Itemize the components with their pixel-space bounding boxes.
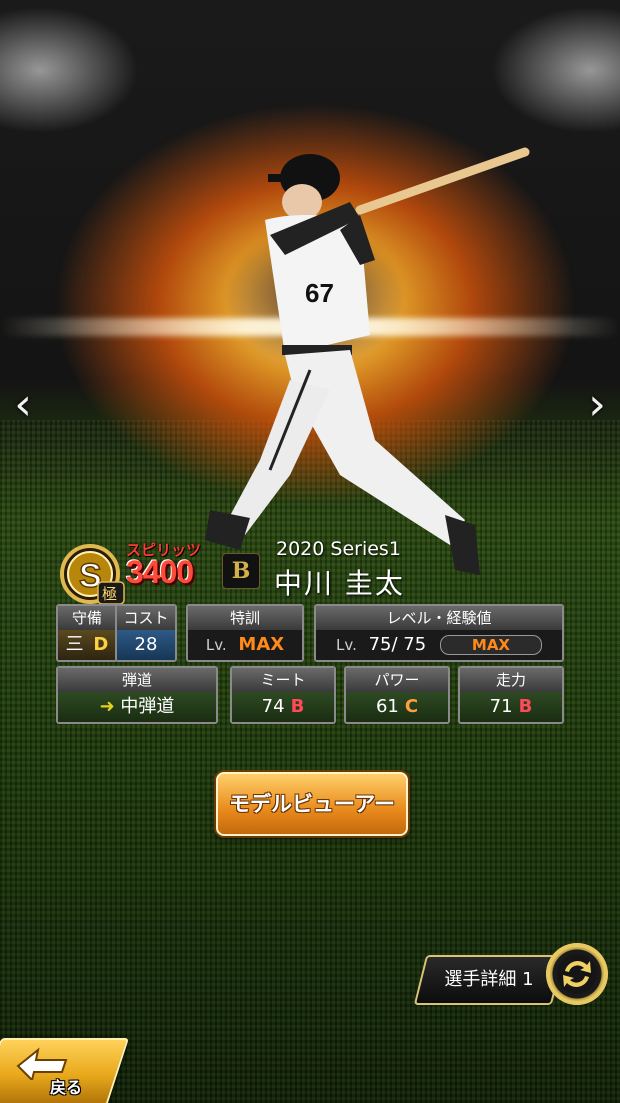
team-logo-icon: B [222, 553, 260, 589]
exp-bar: MAX [439, 635, 542, 655]
power-value: 61 [375, 696, 399, 717]
player-detail-button[interactable]: 選手詳細 1 [413, 955, 565, 1005]
trajectory-box: 弾道 ➜ 中弾道 [56, 666, 218, 724]
training-box: 特訓 Lv. MAX [186, 604, 304, 662]
defense-position: 三 [65, 634, 84, 655]
trajectory-label: 弾道 [58, 668, 216, 692]
power-box: パワー 61 C [344, 666, 450, 724]
card-series: 2020 Series1 [276, 538, 401, 560]
level-value: 75/ 75 [368, 634, 427, 655]
training-lv-label: Lv. [205, 636, 227, 654]
back-label: 戻る [50, 1078, 83, 1097]
player-image: 67 [205, 147, 530, 575]
card-detail-screen: 67 ‹ › S 極 スピリッツ 3400 B 2020 Series1 中川 … [0, 0, 620, 1103]
player-detail-label: 選手詳細 1 [444, 969, 534, 990]
defense-grade: D [93, 634, 109, 655]
power-label: パワー [346, 668, 448, 692]
swap-icon[interactable] [546, 943, 608, 1005]
speed-label: 走力 [460, 668, 562, 692]
power-grade: C [404, 696, 419, 717]
level-box: レベル・経験値 Lv. 75/ 75 MAX [314, 604, 564, 662]
cost-value: 28 [117, 630, 175, 660]
meet-grade: B [290, 696, 305, 717]
trajectory-arrow-icon: ➜ [99, 696, 115, 717]
meet-value: 74 [261, 696, 285, 717]
speed-grade: B [518, 696, 533, 717]
player-name: 中川 圭太 [274, 567, 405, 600]
cost-label: コスト [117, 606, 175, 630]
training-label: 特訓 [188, 606, 302, 630]
training-value: MAX [238, 634, 285, 655]
level-lv-label: Lv. [336, 636, 357, 654]
next-card-arrow[interactable]: › [582, 380, 612, 430]
model-viewer-label: モデルビューアー [229, 792, 395, 816]
prev-card-arrow[interactable]: ‹ [8, 380, 38, 430]
defense-box: 守備 三 D [56, 604, 118, 662]
exp-bar-label: MAX [471, 636, 510, 654]
trajectory-value: 中弾道 [120, 696, 175, 717]
meet-box: ミート 74 B [230, 666, 336, 724]
svg-text:極: 極 [102, 585, 117, 603]
defense-label: 守備 [58, 606, 116, 630]
level-label: レベル・経験値 [316, 606, 562, 630]
svg-text:67: 67 [305, 278, 334, 308]
spirits-value: 3400 [126, 554, 194, 590]
model-viewer-button[interactable]: モデルビューアー [216, 772, 408, 836]
team-logo-letter: B [231, 558, 251, 584]
speed-value: 71 [489, 696, 513, 717]
meet-label: ミート [232, 668, 334, 692]
s-kiwami-rank-icon: S 極 [60, 544, 125, 605]
speed-box: 走力 71 B [458, 666, 564, 724]
cost-box: コスト 28 [115, 604, 177, 662]
